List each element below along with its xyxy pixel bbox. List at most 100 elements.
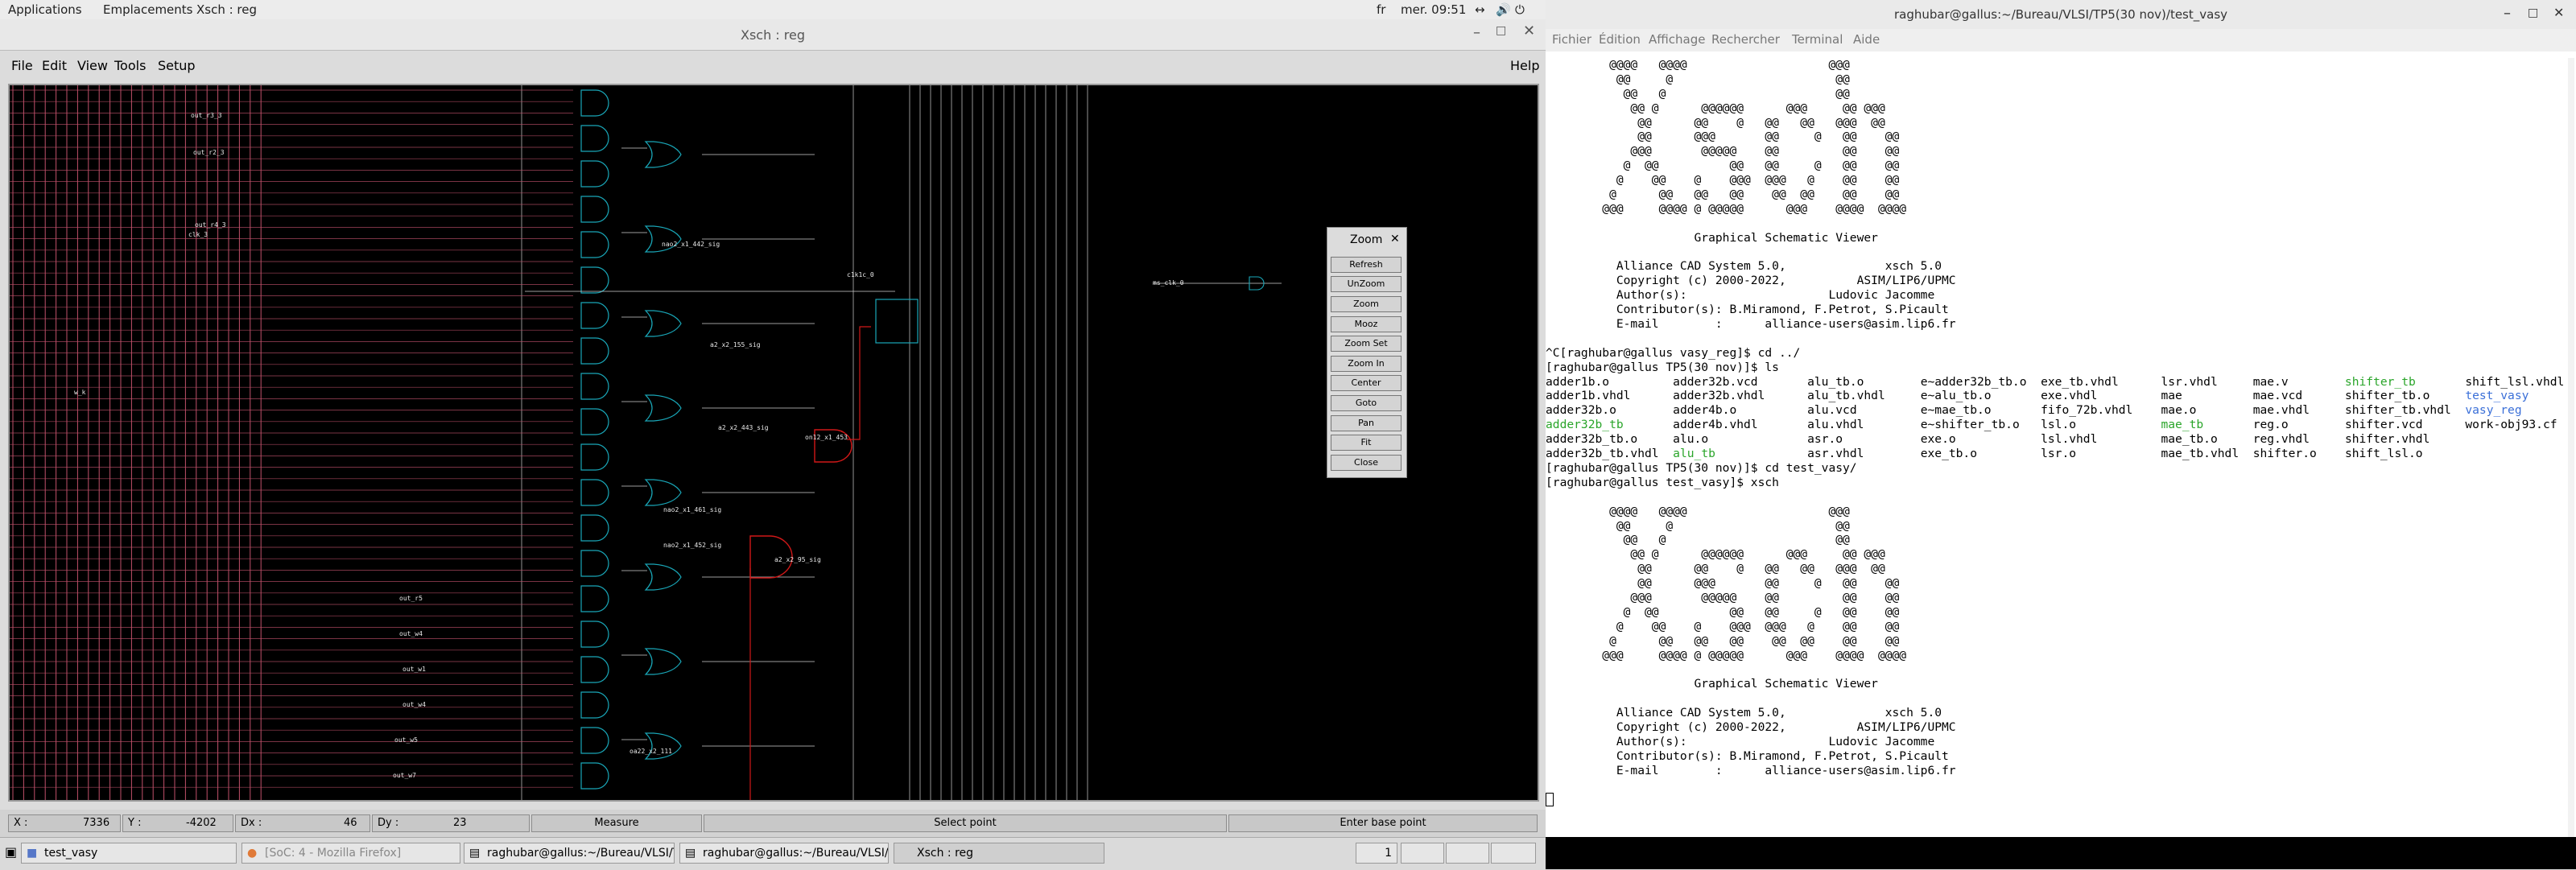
schematic-canvas[interactable]: out_r3_3 out_r2_3 out_r4_3 clk_3 out_r5 out_w… bbox=[8, 84, 1539, 802]
ascii-art-line: @@@ @@@@ @ @@@@@ @@@ @@@@ @@@@ bbox=[1546, 648, 1907, 662]
workspace-switcher[interactable]: 1 bbox=[1356, 843, 1397, 864]
ls-entry: asr.vhdl bbox=[1807, 447, 1864, 461]
ls-entry: alu_tb bbox=[1673, 447, 1715, 461]
ascii-art-line: @@ @ @@ bbox=[1546, 518, 1850, 533]
volume-icon[interactable]: 🔊 bbox=[1496, 2, 1511, 17]
terminal-titlebar[interactable]: raghubar@gallus:~/Bureau/VLSI/TP5(30 nov… bbox=[1546, 0, 2576, 30]
ls-entry: reg.vhdl bbox=[2252, 432, 2310, 447]
applications-menu[interactable]: Applications bbox=[8, 2, 82, 17]
workspace-3[interactable] bbox=[1446, 843, 1489, 864]
logic-gate bbox=[644, 310, 682, 337]
ls-entry: shifter_tb.vhdl bbox=[2344, 403, 2451, 418]
task-terminal-1[interactable]: ▤ raghubar@gallus:~/Bureau/VLSI/TP5... bbox=[464, 843, 675, 864]
zoom-dialog-titlebar[interactable]: Zoom ✕ bbox=[1327, 228, 1406, 252]
ascii-art-line: @@ @@ @ @@ @@ @@@ @@ bbox=[1546, 562, 1885, 576]
maximize-icon[interactable]: □ bbox=[1496, 24, 1506, 37]
ls-entry: e~shifter_tb.o bbox=[1920, 418, 2020, 432]
ascii-art-line: @ @@ @ @@@ @@@ @ @@ @@ bbox=[1546, 173, 1900, 188]
ascii-art-line: @@ @ @@ bbox=[1546, 533, 1850, 547]
workspace-4[interactable] bbox=[1491, 843, 1536, 864]
menu-help[interactable]: Help bbox=[1510, 58, 1539, 73]
ascii-art-line: @@@ @@@@ @ @@@@@ @@@ @@@@ @@@@ bbox=[1546, 201, 1907, 216]
task-test-vasy[interactable]: ■ test_vasy bbox=[21, 843, 237, 864]
places-menu[interactable]: Emplacements bbox=[103, 2, 193, 17]
zoom-goto-button[interactable]: Goto bbox=[1331, 395, 1402, 411]
folder-icon: ■ bbox=[27, 847, 38, 860]
terminal-menu-edit[interactable]: Édition bbox=[1599, 32, 1641, 47]
command-line: [raghubar@gallus test_vasy]$ xsch bbox=[1546, 475, 1779, 489]
close-icon[interactable]: ✕ bbox=[1523, 23, 1535, 39]
task-xsch[interactable]: Xsch : reg bbox=[894, 843, 1104, 864]
banner-line: Graphical Schematic Viewer bbox=[1546, 230, 1878, 245]
wire-label: out_r4_3 bbox=[195, 221, 226, 229]
wire-label: out_r3_3 bbox=[191, 112, 222, 119]
ls-entry: shifter_tb.o bbox=[2344, 389, 2430, 403]
menu-setup[interactable]: Setup bbox=[158, 58, 196, 73]
logic-gate bbox=[644, 648, 682, 675]
terminal-output[interactable]: @@@@ @@@@ @@@ @@ @ @@ @@ @ @@ @@ @ @@@@@… bbox=[1546, 58, 2566, 814]
wire-label: on12_x1_453 bbox=[805, 434, 848, 441]
menu-edit[interactable]: Edit bbox=[42, 58, 67, 73]
banner-line bbox=[1546, 691, 2566, 706]
menu-view[interactable]: View bbox=[77, 58, 108, 73]
terminal-maximize-icon[interactable]: □ bbox=[2528, 6, 2538, 19]
show-desktop-icon[interactable]: ▣ bbox=[5, 844, 17, 860]
zoom-refresh-button[interactable]: Refresh bbox=[1331, 257, 1402, 273]
status-dx-label: Dx : bbox=[241, 817, 262, 829]
terminal-menu-terminal[interactable]: Terminal bbox=[1792, 32, 1843, 47]
minimize-icon[interactable]: – bbox=[1473, 24, 1480, 41]
task-terminal-2[interactable]: ▤ raghubar@gallus:~/Bureau/VLSI/TP5... bbox=[679, 843, 889, 864]
ls-entry: asr.o bbox=[1807, 432, 1843, 447]
active-app-label[interactable]: Xsch : reg bbox=[196, 2, 257, 17]
zoom-in-button[interactable]: Zoom In bbox=[1331, 356, 1402, 372]
terminal-menu-search[interactable]: Rechercher bbox=[1711, 32, 1780, 47]
ls-entry: e~alu_tb.o bbox=[1920, 389, 1992, 403]
task-label: test_vasy bbox=[44, 847, 98, 860]
workspace-2[interactable] bbox=[1401, 843, 1444, 864]
zoom-close-icon[interactable]: ✕ bbox=[1390, 233, 1400, 245]
terminal-menu-file[interactable]: Fichier bbox=[1552, 32, 1591, 47]
power-icon[interactable]: ⏻ bbox=[1515, 2, 1525, 17]
banner-line: Copyright (c) 2000-2022, ASIM/LIP6/UPMC bbox=[1546, 274, 1956, 288]
firefox-icon: ● bbox=[247, 847, 258, 860]
wire-label: out_r5 bbox=[399, 595, 423, 602]
zoom-zoom-button[interactable]: Zoom bbox=[1331, 296, 1402, 312]
ls-entry: adder32b.o bbox=[1546, 403, 1616, 418]
logic-gate bbox=[580, 337, 609, 365]
keyboard-layout[interactable]: fr bbox=[1377, 2, 1385, 17]
logic-gate bbox=[644, 225, 682, 253]
task-firefox[interactable]: ● [SoC: 4 - Mozilla Firefox] bbox=[242, 843, 460, 864]
ls-entry: alu.vcd bbox=[1807, 403, 1857, 418]
ls-entry: mae.v bbox=[2252, 374, 2289, 389]
zoom-fit-button[interactable]: Fit bbox=[1331, 435, 1402, 451]
task-label: Xsch : reg bbox=[917, 847, 974, 860]
logic-gate bbox=[580, 727, 609, 754]
zoom-center-button[interactable]: Center bbox=[1331, 375, 1402, 391]
logic-gate bbox=[644, 141, 682, 168]
ls-entry: work-obj93.cf bbox=[2465, 418, 2557, 432]
menu-file[interactable]: File bbox=[11, 58, 33, 73]
wire-label: nao2_x1_442_sig bbox=[662, 241, 720, 248]
terminal-minimize-icon[interactable]: – bbox=[2504, 5, 2511, 22]
ls-entry: lsl.vhdl bbox=[2041, 432, 2098, 447]
terminal-menu-view[interactable]: Affichage bbox=[1649, 32, 1705, 47]
network-icon[interactable]: ↔ bbox=[1475, 2, 1485, 17]
terminal-close-icon[interactable]: ✕ bbox=[2553, 5, 2564, 20]
banner-line: E-mail : alliance-users@asim.lip6.fr bbox=[1546, 317, 1956, 332]
zoom-set-button[interactable]: Zoom Set bbox=[1331, 336, 1402, 352]
terminal-menu-help[interactable]: Aide bbox=[1853, 32, 1880, 47]
zoom-close-button[interactable]: Close bbox=[1331, 455, 1402, 471]
zoom-unzoom-button[interactable]: UnZoom bbox=[1331, 276, 1402, 292]
banner-line: Contributor(s): B.Miramond, F.Petrot, S.… bbox=[1546, 748, 1949, 763]
zoom-mooz-button[interactable]: Mooz bbox=[1331, 316, 1402, 332]
status-y-value: -4202 bbox=[186, 817, 217, 829]
window-title: Xsch : reg bbox=[740, 27, 806, 43]
clock[interactable]: mer. 09:51 bbox=[1401, 2, 1466, 17]
terminal-scrollbar[interactable] bbox=[2568, 58, 2574, 837]
menu-tools[interactable]: Tools bbox=[114, 58, 146, 73]
wire-label: oa22_x2_111 bbox=[630, 748, 672, 755]
zoom-pan-button[interactable]: Pan bbox=[1331, 415, 1402, 431]
xsch-titlebar[interactable]: Xsch : reg – □ ✕ bbox=[0, 19, 1546, 51]
xsch-menubar: File Edit View Tools Setup Help bbox=[0, 55, 1546, 77]
